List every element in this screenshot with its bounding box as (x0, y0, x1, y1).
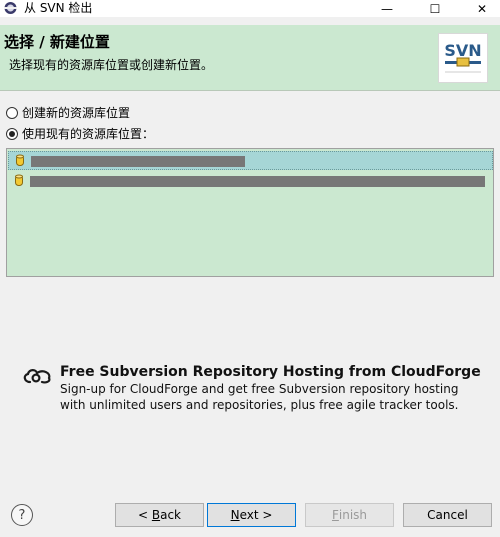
minimize-button[interactable]: — (372, 0, 402, 17)
repository-row[interactable] (8, 151, 493, 170)
repository-icon (16, 154, 24, 166)
window-title: 从 SVN 检出 (24, 1, 93, 15)
redacted-repository-url (30, 176, 485, 187)
svg-text:SVN: SVN (444, 41, 481, 60)
wizard-header: 选择 / 新建位置 选择现有的资源库位置或创建新位置。 SVN (0, 25, 500, 91)
create-new-location-option[interactable]: 创建新的资源库位置 (6, 105, 130, 121)
repository-icon (15, 174, 23, 186)
create-new-radio[interactable] (6, 107, 18, 119)
use-existing-radio[interactable] (6, 128, 18, 140)
help-button[interactable]: ? (11, 504, 33, 526)
maximize-button[interactable]: ☐ (420, 0, 450, 17)
finish-button-label: inish (338, 508, 368, 522)
back-button-mnemonic: B (151, 508, 161, 522)
next-button[interactable]: Next > (207, 503, 296, 527)
create-new-label: 创建新的资源库位置 (22, 106, 131, 120)
cloudforge-description-line2: with unlimited users and repositories, p… (60, 398, 459, 412)
finish-button[interactable]: Finish (305, 503, 394, 527)
cancel-button[interactable]: Cancel (403, 503, 492, 527)
page-description: 选择现有的资源库位置或创建新位置。 (9, 58, 214, 72)
title-bar: 从 SVN 检出 — ☐ ✕ (0, 0, 500, 17)
cloudforge-description-line1: Sign-up for CloudForge and get free Subv… (60, 382, 459, 396)
close-button[interactable]: ✕ (467, 0, 497, 17)
back-button[interactable]: < Back (115, 503, 204, 527)
back-button-prefix: < (137, 508, 152, 522)
cloudforge-description: Sign-up for CloudForge and get free Subv… (60, 381, 458, 413)
repository-location-list[interactable] (6, 148, 494, 277)
repository-row[interactable] (8, 172, 493, 191)
finish-button-mnemonic: F (331, 508, 339, 522)
svn-logo-icon: SVN (438, 33, 488, 83)
redacted-repository-url (31, 156, 245, 167)
next-button-label: ext > (239, 508, 273, 522)
cloudforge-logo-icon[interactable] (21, 366, 53, 386)
cloudforge-title[interactable]: Free Subversion Repository Hosting from … (60, 364, 481, 381)
use-existing-label: 使用现有的资源库位置： (22, 127, 155, 141)
back-button-label: ack (160, 508, 181, 522)
page-title: 选择 / 新建位置 (4, 33, 110, 51)
eclipse-app-icon (4, 2, 17, 14)
next-button-mnemonic: N (230, 508, 240, 522)
use-existing-location-option[interactable]: 使用现有的资源库位置： (6, 126, 154, 142)
